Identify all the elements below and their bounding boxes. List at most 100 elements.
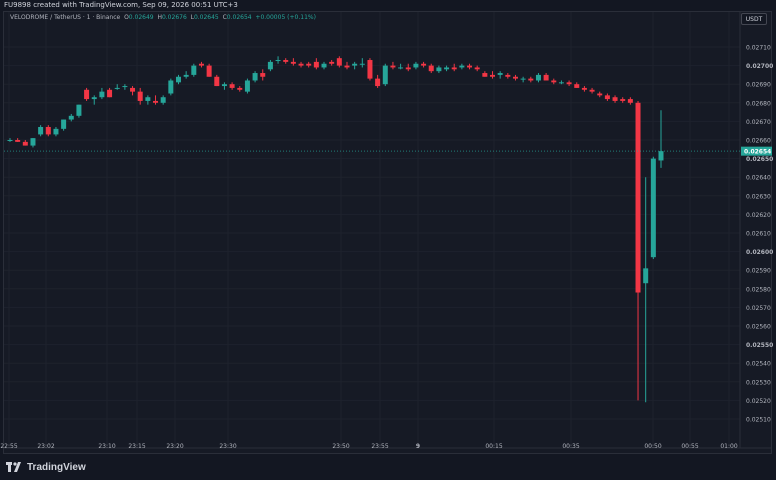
candle-body xyxy=(467,65,473,68)
candle-body xyxy=(643,268,649,284)
open-value: 0.02649 xyxy=(128,14,154,21)
y-axis-tick-label: 0.02680 xyxy=(746,100,771,107)
tradingview-logo[interactable]: TradingView xyxy=(6,461,86,473)
candle-body xyxy=(390,65,396,68)
candle-body xyxy=(321,63,327,68)
candle-body xyxy=(183,74,189,77)
candle-body xyxy=(405,67,411,70)
candle-body xyxy=(206,65,212,77)
candle-body xyxy=(459,65,465,68)
candle-body xyxy=(551,80,557,83)
x-axis-tick-label: 9 xyxy=(416,443,420,450)
candle-body xyxy=(107,89,113,98)
candle-body xyxy=(436,67,442,72)
candle-body xyxy=(313,61,319,68)
candle-body xyxy=(22,141,28,146)
currency-button[interactable]: USDT xyxy=(741,13,767,25)
candle-body xyxy=(528,78,534,81)
y-axis-tick-label: 0.02570 xyxy=(746,305,771,312)
candle-body xyxy=(367,60,373,79)
x-axis-tick-label: 23:02 xyxy=(37,443,54,450)
y-axis-tick-label: 0.02710 xyxy=(746,45,771,52)
candle-body xyxy=(375,78,381,87)
candle-body xyxy=(658,151,664,161)
y-axis-tick-label: 0.02510 xyxy=(746,417,771,424)
candle-body xyxy=(505,74,511,77)
candle-body xyxy=(91,97,97,100)
candle-body xyxy=(168,80,174,94)
symbol-legend: VELODROME / TetherUS · 1 · Binance O0.02… xyxy=(10,14,316,24)
x-axis-tick-label: 00:15 xyxy=(485,443,502,450)
candle-body xyxy=(543,74,549,81)
low-value: 0.02645 xyxy=(193,14,219,21)
candle-body xyxy=(130,87,136,92)
candle-body xyxy=(290,61,296,64)
candle-body xyxy=(145,97,151,101)
candle-body xyxy=(114,87,120,89)
y-axis-tick-label: 0.02630 xyxy=(746,193,771,200)
candle-body xyxy=(99,91,105,98)
candle-body xyxy=(474,67,480,70)
candle-body xyxy=(635,102,641,293)
candle-body xyxy=(252,73,258,81)
candle-body xyxy=(237,87,243,90)
y-axis-tick-label: 0.02620 xyxy=(746,212,771,219)
candlestick-chart[interactable]: 0.02710 0.02700 0.02690 0.02680 0.02670 0.026… xyxy=(0,0,776,480)
candle-body xyxy=(175,76,181,83)
candle-body xyxy=(38,126,44,135)
candle-body xyxy=(198,63,204,66)
candle-body xyxy=(535,74,541,81)
y-axis-tick-label: 0.02520 xyxy=(746,398,771,405)
candle-body xyxy=(352,63,358,66)
candle-body xyxy=(329,61,335,64)
candle-body xyxy=(283,60,289,62)
x-axis-tick-label: 23:55 xyxy=(371,443,388,450)
candle-body xyxy=(306,63,312,66)
candle-body xyxy=(398,67,404,69)
footer-bar xyxy=(0,455,776,480)
y-axis-tick-label: 0.02610 xyxy=(746,231,771,238)
x-axis-tick-label: 00:35 xyxy=(562,443,579,450)
candle-body xyxy=(275,60,281,62)
current-price-label: 0.02654 xyxy=(744,148,771,155)
candle-body xyxy=(444,67,450,70)
candle-body xyxy=(15,140,21,142)
candle-body xyxy=(604,95,610,100)
candle-body xyxy=(298,63,304,66)
candle-body xyxy=(244,80,250,92)
candle-body xyxy=(221,84,227,87)
candle-body xyxy=(122,86,128,88)
candle-body xyxy=(191,65,197,75)
y-axis-tick-label: 0.02540 xyxy=(746,361,771,368)
x-axis-tick-label: 23:10 xyxy=(98,443,115,450)
candle-body xyxy=(30,138,36,146)
y-axis-tick-label: 0.02550 xyxy=(746,342,773,349)
candle-body xyxy=(84,89,90,100)
x-axis-tick-label: 23:30 xyxy=(219,443,236,450)
candle-body xyxy=(68,115,74,120)
candle-body xyxy=(344,65,350,68)
y-axis-tick-label: 0.02690 xyxy=(746,82,771,89)
candle-body xyxy=(574,84,580,88)
x-axis-tick-label: 00:55 xyxy=(681,443,698,450)
candle-body xyxy=(137,91,143,101)
candle-body xyxy=(214,76,220,87)
candle-body xyxy=(7,140,13,141)
candle-body xyxy=(61,119,67,129)
tradingview-logo-icon xyxy=(6,462,21,472)
change-value: +0.00005 (+0.11%) xyxy=(255,14,316,21)
candle-body xyxy=(45,126,51,135)
candle-body xyxy=(650,158,656,258)
candle-body xyxy=(160,97,166,103)
candle-body xyxy=(627,99,633,103)
candle-body xyxy=(589,89,595,92)
y-axis-tick-label: 0.02650 xyxy=(746,156,773,163)
y-axis-tick-label: 0.02530 xyxy=(746,379,771,386)
close-value: 0.02654 xyxy=(226,14,252,21)
candle-body xyxy=(229,84,235,88)
candle-body xyxy=(413,63,419,68)
y-axis-tick-label: 0.02600 xyxy=(746,249,773,256)
candle-body xyxy=(482,73,488,77)
candle-body xyxy=(566,82,572,85)
candle-body xyxy=(558,82,564,84)
